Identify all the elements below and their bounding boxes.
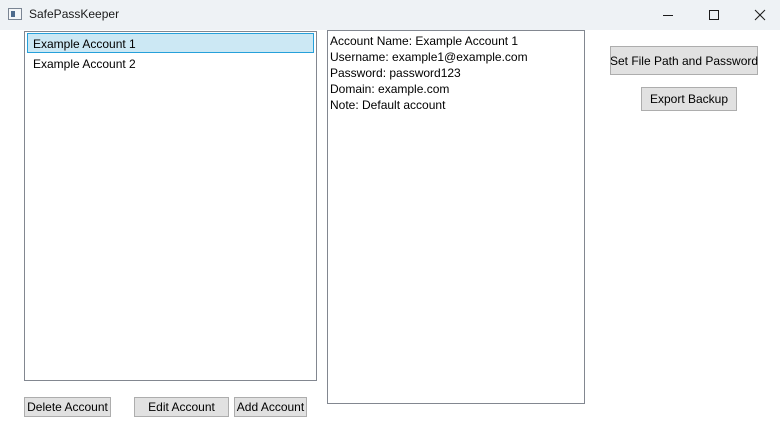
close-button[interactable] bbox=[737, 0, 780, 30]
app-icon bbox=[8, 8, 22, 20]
minimize-icon bbox=[663, 15, 673, 16]
minimize-button[interactable] bbox=[645, 0, 691, 30]
detail-account-name: Account Name: Example Account 1 bbox=[330, 34, 519, 48]
export-backup-button[interactable]: Export Backup bbox=[641, 87, 737, 111]
delete-account-button[interactable]: Delete Account bbox=[24, 397, 111, 417]
add-account-button[interactable]: Add Account bbox=[234, 397, 307, 417]
edit-account-button[interactable]: Edit Account bbox=[134, 397, 229, 417]
detail-domain: Domain: example.com bbox=[330, 82, 450, 96]
account-list-item[interactable]: Example Account 2 bbox=[27, 53, 314, 73]
detail-password: Password: password123 bbox=[330, 66, 461, 80]
detail-username: Username: example1@example.com bbox=[330, 50, 528, 64]
set-file-path-button[interactable]: Set File Path and Password bbox=[610, 46, 758, 75]
account-details-box[interactable]: Account Name: Example Account 1 Username… bbox=[327, 30, 585, 404]
maximize-icon bbox=[709, 10, 719, 20]
close-icon bbox=[754, 9, 766, 21]
account-list[interactable]: Example Account 1 Example Account 2 bbox=[24, 31, 317, 381]
title-bar[interactable]: SafePassKeeper bbox=[0, 0, 780, 30]
detail-note: Note: Default account bbox=[330, 98, 446, 112]
window-title: SafePassKeeper bbox=[29, 7, 120, 21]
maximize-button[interactable] bbox=[691, 0, 737, 30]
account-list-item[interactable]: Example Account 1 bbox=[27, 33, 314, 53]
